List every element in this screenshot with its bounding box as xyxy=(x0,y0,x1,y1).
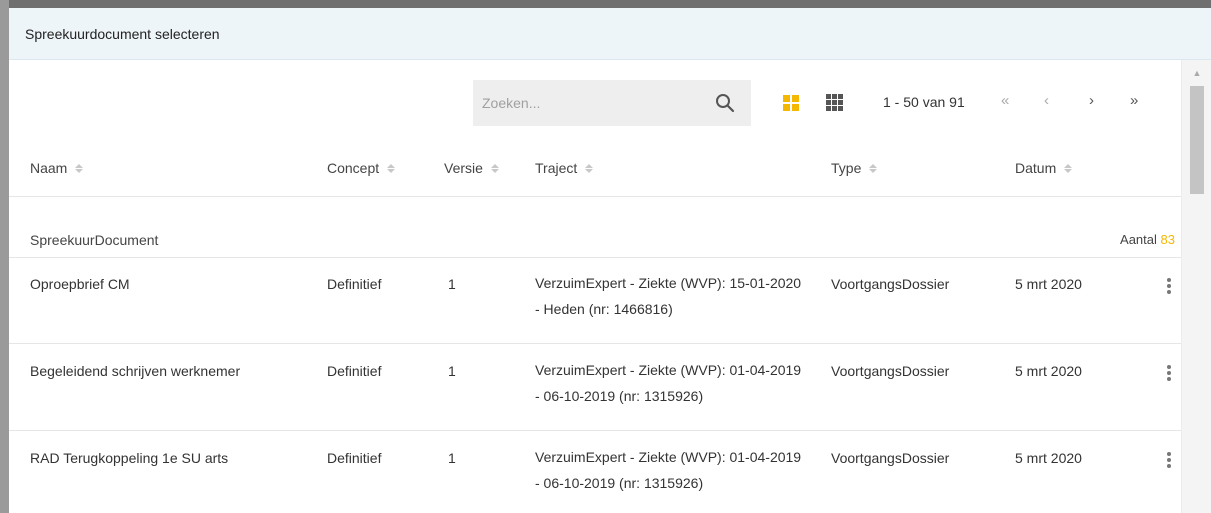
table-row[interactable]: Oproepbrief CM Definitief 1 VerzuimExper… xyxy=(9,258,1181,344)
cell-traject: VerzuimExpert - Ziekte (WVP): 01-04-2019… xyxy=(535,449,802,491)
cell-versie: 1 xyxy=(448,276,456,292)
cell-concept: Definitief xyxy=(327,450,382,466)
column-header-datum[interactable]: Datum xyxy=(1015,160,1073,176)
cell-naam: Oproepbrief CM xyxy=(30,276,130,292)
cell-naam: RAD Terugkoppeling 1e SU arts xyxy=(30,450,229,466)
previous-page-button[interactable]: ‹ xyxy=(1044,92,1049,109)
cell-traject: VerzuimExpert - Ziekte (WVP): 15-01-2020… xyxy=(535,275,802,317)
scrollbar-thumb[interactable] xyxy=(1190,86,1204,194)
group-label: SpreekuurDocument xyxy=(30,232,159,248)
last-page-button[interactable]: » xyxy=(1130,92,1138,109)
row-menu-icon[interactable] xyxy=(1167,452,1173,468)
cell-versie: 1 xyxy=(448,450,456,466)
background-window-side xyxy=(0,0,9,513)
table-row[interactable]: Begeleidend schrijven werknemer Definiti… xyxy=(9,345,1181,431)
row-menu-icon[interactable] xyxy=(1167,365,1173,381)
background-window-edge xyxy=(0,0,1211,8)
column-header-type[interactable]: Type xyxy=(831,160,878,176)
cell-type: VoortgangsDossier xyxy=(831,276,950,292)
cell-versie: 1 xyxy=(448,363,456,379)
tiles-view-icon[interactable] xyxy=(783,95,799,111)
sort-icon xyxy=(387,163,396,173)
first-page-button[interactable]: « xyxy=(1001,92,1009,109)
group-count-value: 83 xyxy=(1160,232,1175,247)
scroll-up-arrow-icon[interactable]: ▲ xyxy=(1182,68,1211,78)
sort-icon xyxy=(585,163,594,173)
toolbar: 1 - 50 van 91 « ‹ › » xyxy=(9,80,1181,128)
cell-naam: Begeleidend schrijven werknemer xyxy=(30,363,241,379)
next-page-button[interactable]: › xyxy=(1089,92,1094,109)
sort-icon xyxy=(75,163,84,173)
cell-traject: VerzuimExpert - Ziekte (WVP): 01-04-2019… xyxy=(535,362,802,404)
vertical-scrollbar[interactable]: ▲ xyxy=(1181,60,1211,513)
dialog-title: Spreekuurdocument selecteren xyxy=(25,25,220,42)
search-icon[interactable] xyxy=(715,93,735,113)
sort-icon xyxy=(1064,163,1073,173)
column-header-versie[interactable]: Versie xyxy=(444,160,499,176)
dialog-header: Spreekuurdocument selecteren xyxy=(9,8,1211,60)
cell-concept: Definitief xyxy=(327,363,382,379)
cell-datum: 5 mrt 2020 xyxy=(1015,363,1082,379)
search-input[interactable] xyxy=(482,95,702,111)
cell-datum: 5 mrt 2020 xyxy=(1015,276,1082,292)
grid-view-icon[interactable] xyxy=(826,94,843,111)
column-header-naam[interactable]: Naam xyxy=(30,160,84,176)
dialog-content: 1 - 50 van 91 « ‹ › » Naam Concept Versi… xyxy=(9,60,1181,513)
cell-type: VoortgangsDossier xyxy=(831,363,950,379)
group-count: Aantal 83 xyxy=(1120,232,1175,247)
cell-type: VoortgangsDossier xyxy=(831,450,950,466)
sort-icon xyxy=(869,163,878,173)
search-box xyxy=(473,80,751,126)
cell-concept: Definitief xyxy=(327,276,382,292)
cell-datum: 5 mrt 2020 xyxy=(1015,450,1082,466)
header-divider xyxy=(9,196,1181,197)
column-header-concept[interactable]: Concept xyxy=(327,160,396,176)
sort-icon xyxy=(490,163,499,173)
row-menu-icon[interactable] xyxy=(1167,278,1173,294)
column-header-traject[interactable]: Traject xyxy=(535,160,594,176)
table-row[interactable]: RAD Terugkoppeling 1e SU arts Definitief… xyxy=(9,432,1181,513)
pager-info: 1 - 50 van 91 xyxy=(883,94,965,110)
select-document-dialog: Spreekuurdocument selecteren 1 - 50 van … xyxy=(9,8,1211,513)
